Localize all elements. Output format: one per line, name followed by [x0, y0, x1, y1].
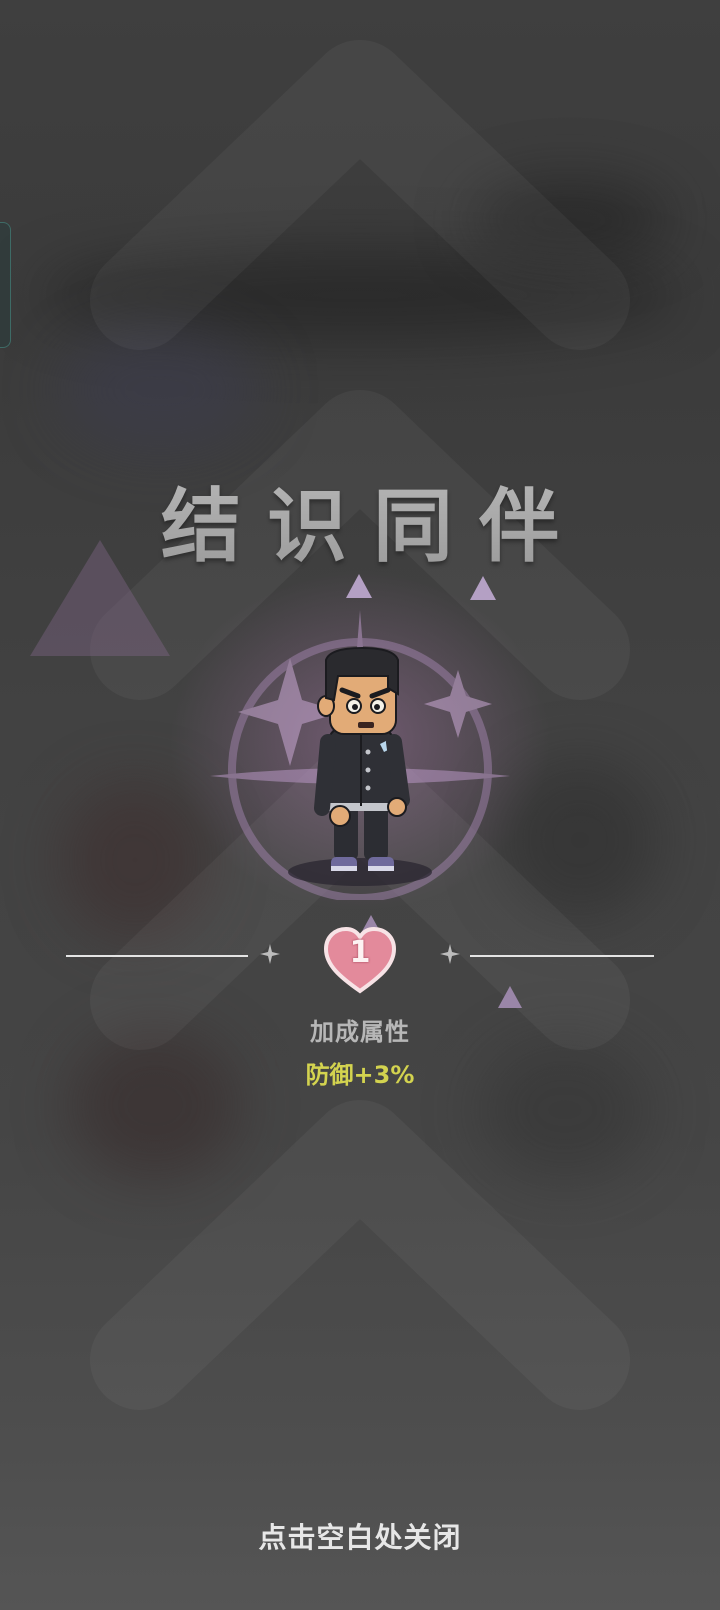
four-point-star-icon [260, 944, 280, 964]
close-hint[interactable]: 点击空白处关闭 [0, 1516, 720, 1556]
chevron-up-icon [90, 1100, 630, 1410]
bonus-label: 加成属性 [310, 1018, 410, 1046]
level-number: 1 [349, 935, 371, 970]
bonus-value: 防御+3% [305, 1061, 415, 1089]
divider-left [66, 955, 248, 957]
triangle-icon [498, 986, 522, 1008]
character-portrait [210, 610, 510, 900]
four-point-star-icon [440, 944, 460, 964]
popup-overlay[interactable]: 结识同伴 1 加成属性 防御+3% 点击空白处关闭 [0, 0, 720, 1610]
divider-right [470, 955, 654, 957]
